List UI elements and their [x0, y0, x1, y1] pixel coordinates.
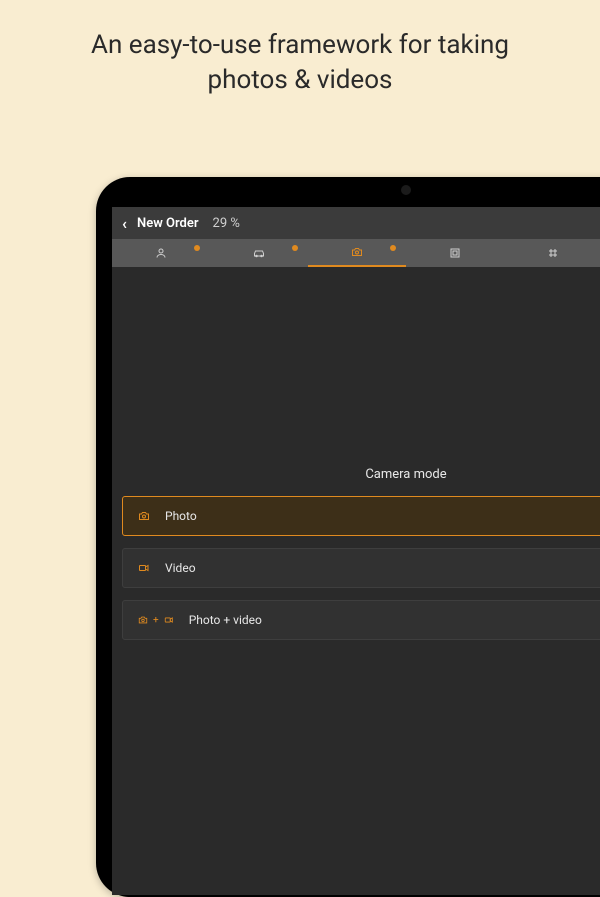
tab-grid[interactable]	[504, 239, 600, 267]
mode-label: Photo + video	[189, 613, 262, 627]
device-camera-dot	[401, 185, 411, 195]
photo-video-icon: +	[137, 615, 175, 626]
tab-square[interactable]	[406, 239, 504, 267]
back-icon[interactable]: ‹	[122, 214, 127, 233]
badge-dot-icon	[390, 245, 396, 251]
video-icon	[137, 562, 151, 574]
title-bar: ‹ New Order 29 %	[112, 207, 600, 239]
headline-line2: photos & videos	[40, 63, 560, 98]
grid-icon	[547, 247, 559, 259]
photo-icon	[137, 510, 151, 522]
tab-camera[interactable]	[308, 239, 406, 267]
mode-label: Video	[165, 561, 196, 575]
section-heading: Camera mode	[112, 467, 600, 482]
camera-mode-photo-video[interactable]: + Photo + video	[122, 600, 600, 640]
camera-mode-list: Photo Video + Photo + video	[112, 496, 600, 640]
tab-car[interactable]	[210, 239, 308, 267]
progress-text: 29 %	[213, 216, 240, 231]
page-title: New Order	[137, 216, 199, 231]
car-icon	[252, 247, 266, 259]
device-frame: ‹ New Order 29 %	[96, 177, 600, 897]
camera-mode-photo[interactable]: Photo	[122, 496, 600, 536]
badge-dot-icon	[292, 245, 298, 251]
headline-line1: An easy-to-use framework for taking	[40, 28, 560, 63]
badge-dot-icon	[194, 245, 200, 251]
tab-rail	[112, 239, 600, 267]
square-icon	[449, 247, 461, 259]
tab-user[interactable]	[112, 239, 210, 267]
marketing-headline: An easy-to-use framework for taking phot…	[0, 0, 600, 98]
camera-icon	[350, 246, 364, 258]
mode-label: Photo	[165, 509, 197, 523]
content-area: Camera mode Photo Video	[112, 267, 600, 895]
camera-mode-video[interactable]: Video	[122, 548, 600, 588]
user-icon	[155, 247, 167, 259]
app-screen: ‹ New Order 29 %	[112, 207, 600, 895]
